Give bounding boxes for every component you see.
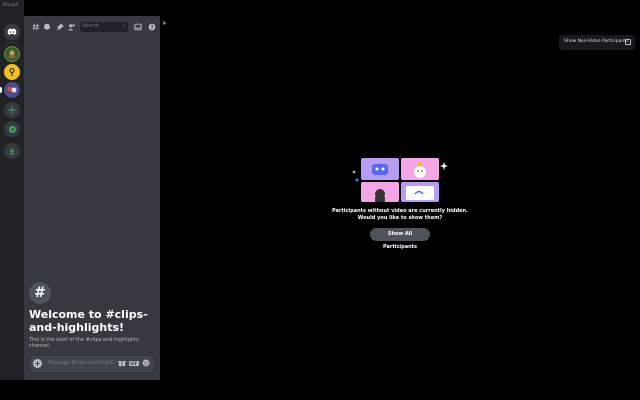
non-video-checkbox[interactable]	[625, 39, 631, 45]
notification-bell-icon[interactable]	[41, 22, 52, 33]
active-server-pill	[0, 87, 2, 93]
inbox-icon[interactable]	[132, 22, 143, 33]
show-all-participants-button[interactable]: Show All Participants	[370, 228, 430, 250]
discord-window: + Discord Search ⌕ ? # Welcome to #clips…	[0, 0, 640, 400]
hidden-participants-message: Participants without video are currently…	[320, 208, 480, 222]
server-avatar-icon	[7, 86, 17, 93]
emoji-icon[interactable]	[142, 359, 150, 369]
discord-logo-icon	[7, 28, 17, 35]
hidden-participants-illustration	[352, 158, 448, 202]
help-icon[interactable]: ?	[146, 22, 157, 33]
compass-icon	[8, 125, 16, 133]
hidden-message-line-2: Would you like to show them?	[357, 215, 443, 221]
search-placeholder: Search	[82, 23, 100, 29]
add-server-button[interactable]: +	[4, 102, 20, 118]
explore-servers-button[interactable]	[4, 121, 20, 137]
download-icon	[9, 147, 15, 155]
plus-icon: +	[6, 103, 18, 117]
search-icon: ⌕	[123, 23, 126, 29]
svg-text:?: ?	[150, 25, 153, 31]
show-non-video-toggle[interactable]: Show Non-Video Participants	[559, 35, 635, 50]
threads-icon[interactable]	[30, 22, 41, 33]
gif-button[interactable]: GIF	[129, 361, 139, 366]
server-icon-1[interactable]	[4, 46, 20, 62]
channel-hash-icon: #	[29, 282, 51, 304]
message-composer[interactable]: + Message #clips-and-highli... GIF	[30, 356, 154, 372]
server-rail: +	[0, 0, 24, 380]
member-list-icon[interactable]	[66, 22, 77, 33]
collapse-chat-icon[interactable]	[162, 20, 168, 28]
download-apps-button[interactable]	[4, 143, 20, 159]
server-icon-3[interactable]	[4, 82, 20, 98]
key-icon	[9, 68, 15, 76]
welcome-title: Welcome to #clips-and-highlights!	[29, 308, 148, 334]
app-label: Discord	[3, 2, 19, 7]
welcome-subtitle: This is the start of the #clips-and-high…	[29, 337, 139, 349]
server-avatar-icon	[9, 50, 15, 58]
hidden-message-line-1: Participants without video are currently…	[331, 208, 469, 214]
attach-plus-icon[interactable]: +	[33, 359, 42, 368]
non-video-label: Show Non-Video Participants	[564, 39, 629, 44]
server-icon-2[interactable]	[4, 64, 20, 80]
gift-icon[interactable]	[118, 359, 126, 369]
home-button[interactable]	[4, 24, 20, 40]
pin-icon[interactable]	[54, 22, 65, 33]
rail-separator	[7, 42, 17, 43]
search-input[interactable]: Search ⌕	[80, 22, 128, 32]
message-input[interactable]: Message #clips-and-highli...	[48, 360, 114, 366]
channel-toolbar: Search ⌕ ?	[24, 18, 160, 36]
